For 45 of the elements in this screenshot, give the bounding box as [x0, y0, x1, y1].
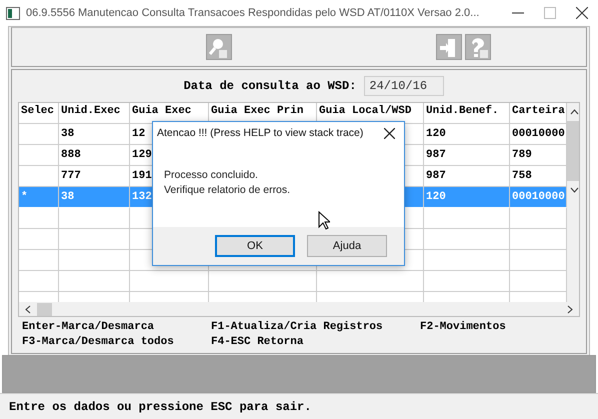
scroll-down-icon[interactable] [570, 187, 578, 193]
table-cell[interactable]: 888 [59, 145, 130, 166]
scroll-right-icon[interactable] [567, 304, 573, 314]
table-cell [19, 271, 59, 292]
date-field[interactable]: 24/10/16 [364, 76, 444, 96]
table-cell[interactable] [19, 124, 59, 145]
app-icon [6, 6, 20, 20]
table-cell [19, 229, 59, 250]
table-cell [19, 250, 59, 271]
table-cell[interactable]: 120 [424, 124, 510, 145]
mouse-cursor [318, 211, 330, 230]
dialog-title: Atencao !!! (Press HELP to view stack trace) [157, 127, 364, 139]
column-header[interactable]: Selec [19, 103, 59, 124]
close-button[interactable] [576, 7, 588, 19]
table-cell [19, 208, 59, 229]
shortcut-hint: F4-ESC Retorna [211, 336, 304, 350]
column-header[interactable]: Unid.Exec [59, 103, 130, 124]
exit-button[interactable] [436, 34, 462, 60]
scroll-up-icon[interactable] [570, 109, 578, 115]
shortcut-hint: F2-Movimentos [420, 321, 506, 335]
shortcut-hint: F3-Marca/Desmarca todos [22, 336, 175, 350]
shortcut-hint: F1-Atualiza/Cria Registros [211, 321, 384, 335]
vertical-scrollbar[interactable] [567, 103, 579, 302]
table-cell[interactable]: 38 [59, 124, 130, 145]
window-title: 06.9.5556 Manutencao Consulta Transacoes Respondidas pelo WSD AT/0110X Versao 2.0... [26, 7, 480, 19]
table-cell[interactable]: 987 [424, 145, 510, 166]
ok-button[interactable]: OK [215, 235, 295, 257]
help-button[interactable]: Ajuda [307, 235, 387, 257]
scroll-thumb[interactable] [37, 302, 52, 316]
shortcut-hint: Enter-Marca/Desmarca [22, 321, 156, 335]
status-text: Entre os dados ou pressione ESC para sair. [9, 400, 312, 414]
field-label: Data de consulta ao WSD: [184, 79, 356, 93]
table-cell [59, 250, 130, 271]
table-cell [59, 271, 130, 292]
key-button[interactable] [206, 34, 232, 60]
help-button[interactable] [465, 34, 491, 60]
scroll-thumb[interactable] [567, 121, 579, 181]
horizontal-scrollbar[interactable] [19, 302, 579, 316]
message-text: Verifique relatorio de erros. [164, 183, 290, 198]
maximize-button[interactable] [544, 7, 556, 19]
message-text: Processo concluido. [164, 168, 258, 183]
close-button[interactable] [384, 128, 395, 138]
scroll-left-icon[interactable] [25, 304, 31, 314]
table-cell[interactable] [19, 145, 59, 166]
column-header[interactable]: Unid.Benef. [424, 103, 510, 124]
